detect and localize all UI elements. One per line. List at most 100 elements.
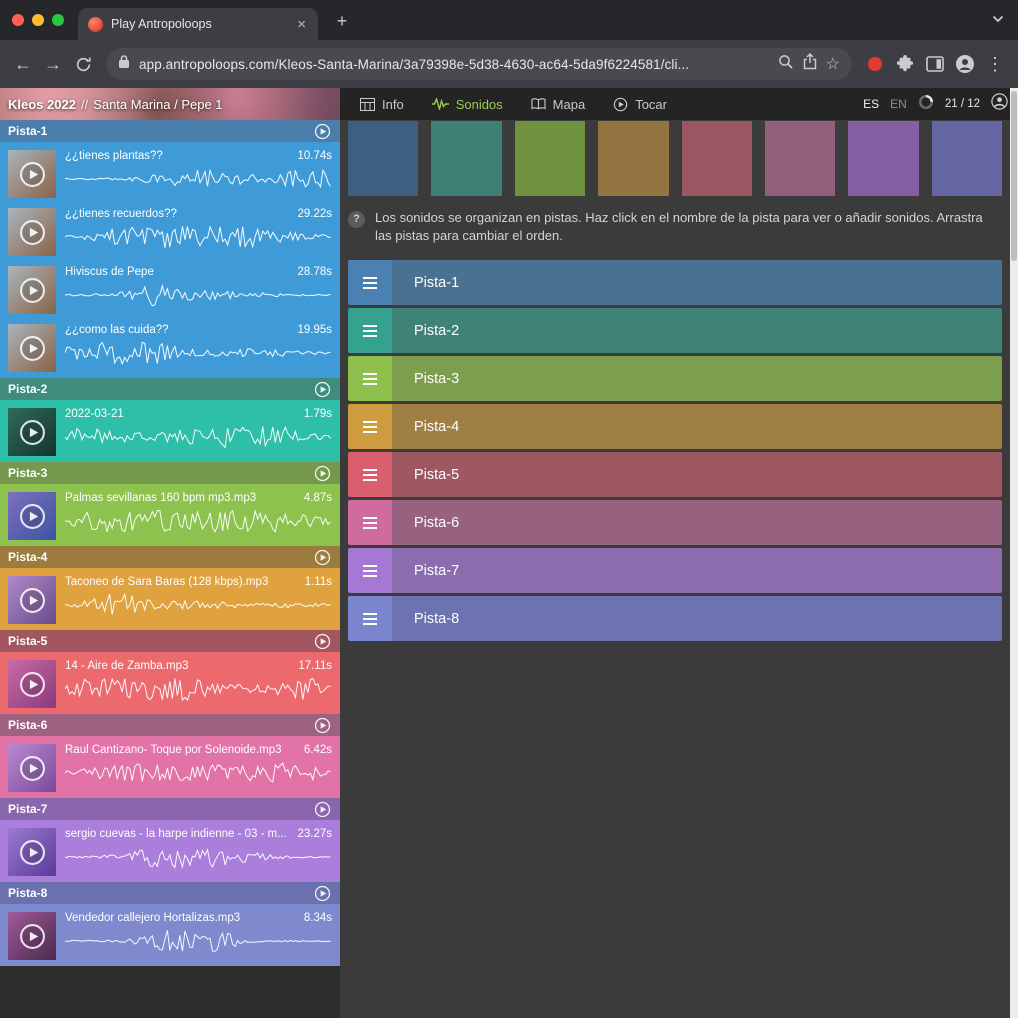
sound-item[interactable]: Hiviscus de Pepe 28.78s — [0, 258, 340, 316]
sound-play-icon[interactable] — [8, 266, 56, 314]
forward-button[interactable]: → — [38, 49, 68, 79]
sound-play-icon[interactable] — [8, 660, 56, 708]
address-bar[interactable]: app.antropoloops.com/Kleos-Santa-Marina/… — [106, 48, 852, 80]
side-panel-icon[interactable] — [920, 49, 950, 79]
page-scrollbar[interactable] — [1010, 88, 1018, 1018]
sound-item[interactable]: 2022-03-21 1.79s — [0, 400, 340, 458]
track-row-name-area[interactable]: Pista-5 — [392, 452, 1002, 497]
track-play-button[interactable] — [314, 123, 331, 140]
track-row-name-area[interactable]: Pista-1 — [392, 260, 1002, 305]
share-icon[interactable] — [803, 53, 817, 75]
sound-thumbnail[interactable] — [8, 266, 56, 314]
sidebar-track-header[interactable]: Pista-6 — [0, 714, 340, 736]
track-row-name-area[interactable]: Pista-7 — [392, 548, 1002, 593]
sidebar-track-header[interactable]: Pista-4 — [0, 546, 340, 568]
track-play-button[interactable] — [314, 885, 331, 902]
sound-thumbnail[interactable] — [8, 576, 56, 624]
track-play-button[interactable] — [314, 717, 331, 734]
zoom-icon[interactable] — [778, 54, 794, 75]
track-play-button[interactable] — [314, 633, 331, 650]
track-drag-handle[interactable] — [348, 356, 392, 401]
extension-record-icon[interactable] — [860, 49, 890, 79]
nav-mapa[interactable]: Mapa — [531, 97, 586, 112]
sound-play-icon[interactable] — [8, 408, 56, 456]
browser-menu-icon[interactable]: ⋮ — [980, 49, 1010, 79]
sound-thumbnail[interactable] — [8, 492, 56, 540]
sound-item[interactable]: ¿¿como las cuida?? 19.95s — [0, 316, 340, 374]
sidebar-track-header[interactable]: Pista-7 — [0, 798, 340, 820]
sound-thumbnail[interactable] — [8, 828, 56, 876]
sound-thumbnail[interactable] — [8, 408, 56, 456]
track-row[interactable]: Pista-8 — [348, 596, 1002, 641]
track-drag-handle[interactable] — [348, 260, 392, 305]
track-color-swatch[interactable] — [598, 121, 668, 196]
track-row-name-area[interactable]: Pista-3 — [392, 356, 1002, 401]
track-drag-handle[interactable] — [348, 548, 392, 593]
track-drag-handle[interactable] — [348, 500, 392, 545]
sound-play-icon[interactable] — [8, 208, 56, 256]
track-drag-handle[interactable] — [348, 404, 392, 449]
lang-es-button[interactable]: ES — [863, 97, 879, 111]
sound-thumbnail[interactable] — [8, 150, 56, 198]
track-color-swatch[interactable] — [348, 121, 418, 196]
sound-item[interactable]: Vendedor callejero Hortalizas.mp3 8.34s — [0, 904, 340, 962]
sidebar-track-header[interactable]: Pista-2 — [0, 378, 340, 400]
new-tab-button[interactable]: + — [330, 9, 354, 33]
track-row[interactable]: Pista-4 — [348, 404, 1002, 449]
window-minimize-button[interactable] — [32, 14, 44, 26]
track-play-button[interactable] — [314, 801, 331, 818]
track-row[interactable]: Pista-2 — [348, 308, 1002, 353]
track-color-swatch[interactable] — [765, 121, 835, 196]
track-row[interactable]: Pista-6 — [348, 500, 1002, 545]
sound-item[interactable]: ¿¿tienes recuerdos?? 29.22s — [0, 200, 340, 258]
sidebar-track-header[interactable]: Pista-1 — [0, 120, 340, 142]
track-row[interactable]: Pista-5 — [348, 452, 1002, 497]
account-icon[interactable] — [991, 93, 1008, 115]
sound-play-icon[interactable] — [8, 744, 56, 792]
window-close-button[interactable] — [12, 14, 24, 26]
track-row-name-area[interactable]: Pista-4 — [392, 404, 1002, 449]
bookmark-star-icon[interactable]: ☆ — [826, 54, 840, 74]
track-row[interactable]: Pista-3 — [348, 356, 1002, 401]
sound-play-icon[interactable] — [8, 576, 56, 624]
sound-item[interactable]: Raul Cantizano- Toque por Solenoide.mp3 … — [0, 736, 340, 794]
sidebar-track-header[interactable]: Pista-8 — [0, 882, 340, 904]
profile-avatar-icon[interactable] — [950, 49, 980, 79]
sound-thumbnail[interactable] — [8, 660, 56, 708]
track-row-name-area[interactable]: Pista-6 — [392, 500, 1002, 545]
lang-en-button[interactable]: EN — [890, 97, 907, 111]
back-button[interactable]: ← — [8, 49, 38, 79]
track-row-name-area[interactable]: Pista-2 — [392, 308, 1002, 353]
track-drag-handle[interactable] — [348, 596, 392, 641]
track-play-button[interactable] — [314, 549, 331, 566]
nav-info[interactable]: Info — [360, 97, 404, 112]
sound-item[interactable]: 14 - Aire de Zamba.mp3 17.11s — [0, 652, 340, 710]
sound-thumbnail[interactable] — [8, 208, 56, 256]
track-row-name-area[interactable]: Pista-8 — [392, 596, 1002, 641]
sound-play-icon[interactable] — [8, 828, 56, 876]
sidebar-track-header[interactable]: Pista-5 — [0, 630, 340, 652]
nav-tocar[interactable]: Tocar — [613, 97, 667, 112]
sound-thumbnail[interactable] — [8, 912, 56, 960]
track-drag-handle[interactable] — [348, 308, 392, 353]
track-drag-handle[interactable] — [348, 452, 392, 497]
track-play-button[interactable] — [314, 381, 331, 398]
sidebar-track-header[interactable]: Pista-3 — [0, 462, 340, 484]
sound-play-icon[interactable] — [8, 912, 56, 960]
track-play-button[interactable] — [314, 465, 331, 482]
track-color-swatch[interactable] — [932, 121, 1002, 196]
sound-item[interactable]: ¿¿tienes plantas?? 10.74s — [0, 142, 340, 200]
track-color-swatch[interactable] — [682, 121, 752, 196]
nav-sonidos[interactable]: Sonidos — [432, 97, 503, 112]
extensions-puzzle-icon[interactable] — [890, 49, 920, 79]
sound-item[interactable]: sergio cuevas - la harpe indienne - 03 -… — [0, 820, 340, 878]
reload-button[interactable] — [68, 49, 98, 79]
tab-close-icon[interactable]: × — [295, 15, 308, 34]
window-zoom-button[interactable] — [52, 14, 64, 26]
sound-play-icon[interactable] — [8, 492, 56, 540]
sound-play-icon[interactable] — [8, 324, 56, 372]
sound-play-icon[interactable] — [8, 150, 56, 198]
sound-thumbnail[interactable] — [8, 744, 56, 792]
track-color-swatch[interactable] — [431, 121, 501, 196]
sound-item[interactable]: Palmas sevillanas 160 bpm mp3.mp3 4.87s — [0, 484, 340, 542]
